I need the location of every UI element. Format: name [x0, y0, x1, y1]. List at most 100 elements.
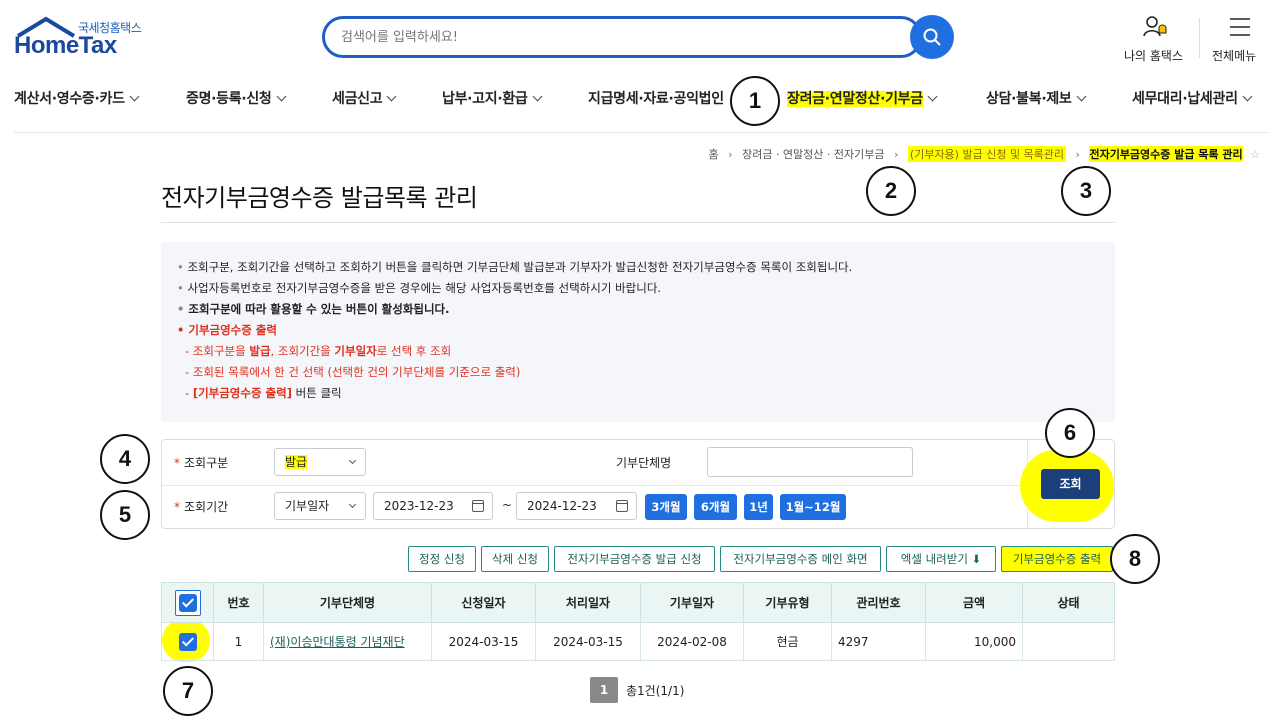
period-6month-button[interactable]: 6개월	[694, 494, 737, 520]
table-header-row: 번호 기부단체명 신청일자 처리일자 기부일자 기부유형 관리번호 금액 상태	[161, 582, 1115, 623]
delete-request-button[interactable]: 삭제 신청	[481, 546, 549, 572]
nav-item-tax-report[interactable]: 세금신고	[332, 88, 397, 108]
date-from-input[interactable]: 2023-12-23	[373, 492, 493, 520]
info-line: 기부금영수증 출력	[177, 320, 1099, 341]
my-hometax-button[interactable]: 나의 홈택스	[1124, 14, 1186, 63]
chevron-right-icon: ›	[1075, 148, 1080, 161]
annotation-marker: 4	[100, 434, 150, 484]
calendar-icon[interactable]	[472, 500, 484, 512]
table-cell: 2024-03-15	[431, 622, 536, 661]
org-name-link[interactable]: (재)이승만대통령 기념재단	[270, 635, 405, 649]
chevron-down-icon	[348, 456, 357, 465]
annotation-marker: 2	[866, 166, 916, 216]
table-cell: 2024-02-08	[640, 622, 744, 661]
chevron-down-icon	[386, 91, 397, 102]
table-cell	[1022, 622, 1115, 661]
page-title: 전자기부금영수증 발급목록 관리	[161, 184, 478, 212]
type-label: * 조회구분	[174, 456, 229, 470]
period-3month-button[interactable]: 3개월	[645, 494, 687, 520]
breadcrumb: 홈 › 장려금 · 연말정산 · 전자기부금 › (기부자용) 발급 신청 및 …	[709, 146, 1260, 162]
type-select[interactable]: 발급	[274, 448, 366, 476]
page-button[interactable]: 1	[590, 677, 618, 703]
download-icon: ⬇	[971, 552, 982, 566]
table-row[interactable]: 1 (재)이승만대통령 기념재단 2024-03-15 2024-03-15 2…	[161, 622, 1115, 661]
chevron-down-icon	[276, 91, 286, 102]
row-checkbox[interactable]	[178, 632, 197, 651]
hometax-logo[interactable]: 국세청홈택스 HomeTax	[14, 16, 154, 60]
annotation-marker: 6	[1045, 408, 1095, 458]
hamburger-icon	[1230, 18, 1250, 36]
annotation-marker: 8	[1110, 534, 1160, 584]
column-header: 처리일자	[535, 582, 641, 623]
annotation-marker: 1	[730, 76, 780, 126]
receipt-table: 번호 기부단체명 신청일자 처리일자 기부일자 기부유형 관리번호 금액 상태 …	[161, 582, 1115, 661]
chevron-down-icon	[927, 91, 938, 102]
all-menu-label: 전체메뉴	[1212, 49, 1257, 63]
search-icon	[923, 28, 941, 46]
column-header: 신청일자	[431, 582, 536, 623]
period-type-select[interactable]: 기부일자	[274, 492, 366, 520]
chevron-down-icon	[532, 91, 542, 102]
info-box: 조회구분, 조회기간을 선택하고 조회하기 버튼을 클릭하면 기부금단체 발급분…	[161, 242, 1115, 422]
chevron-down-icon	[1076, 91, 1086, 102]
annotation-marker: 7	[163, 666, 213, 716]
issue-request-button[interactable]: 전자기부금영수증 발급 신청	[554, 546, 715, 572]
print-receipt-button[interactable]: 기부금영수증 출력	[1001, 546, 1113, 572]
favorite-star-icon[interactable]: ☆	[1250, 148, 1260, 161]
logo-english: HomeTax	[14, 32, 117, 59]
chevron-down-icon	[1242, 91, 1253, 102]
correct-request-button[interactable]: 정정 신청	[408, 546, 476, 572]
column-header: 기부유형	[743, 582, 832, 623]
header-divider	[1199, 18, 1200, 58]
org-name-input[interactable]	[707, 447, 913, 477]
nav-item-incentive[interactable]: 장려금·연말정산·기부금	[787, 88, 938, 108]
calendar-icon[interactable]	[616, 500, 628, 512]
column-header: 번호	[213, 582, 264, 623]
table-cell: 2024-03-15	[535, 622, 641, 661]
table-cell: 1	[213, 622, 264, 661]
search-form: * 조회구분 발급 기부단체명 * 조회기간 기부일자 2023-12-23 ~ 2…	[161, 439, 1115, 529]
nav-item-agent[interactable]: 세무대리·납세관리	[1132, 88, 1253, 108]
org-label: 기부단체명	[616, 456, 672, 470]
nav-item-statement[interactable]: 지급명세·자료·공익법인	[588, 88, 724, 108]
all-menu-button[interactable]: 전체메뉴	[1212, 14, 1268, 63]
main-screen-button[interactable]: 전자기부금영수증 메인 화면	[720, 546, 881, 572]
pagination: 1 총1건(1/1)	[590, 677, 684, 703]
search-input[interactable]	[341, 19, 881, 55]
period-label: * 조회기간	[174, 500, 229, 514]
table-cell: 4297	[831, 622, 926, 661]
global-nav: 계산서·영수증·카드 증명·등록·신청 세금신고 납부·고지·환급 지급명세·자…	[0, 84, 1280, 112]
column-header: 금액	[925, 582, 1023, 623]
date-to-input[interactable]: 2024-12-23	[516, 492, 637, 520]
nav-item-certificate[interactable]: 증명·등록·신청	[186, 88, 286, 108]
date-range-tilde: ~	[502, 498, 513, 512]
title-divider	[161, 222, 1115, 223]
table-cell: 10,000	[925, 622, 1023, 661]
nav-item-invoice[interactable]: 계산서·영수증·카드	[14, 88, 140, 108]
query-button[interactable]: 조회	[1041, 469, 1100, 499]
chevron-right-icon: ›	[894, 148, 899, 161]
column-header: 기부일자	[640, 582, 744, 623]
search-button[interactable]	[910, 15, 954, 59]
nav-item-consult[interactable]: 상담·불복·제보	[986, 88, 1086, 108]
row-select-cell	[161, 622, 214, 661]
breadcrumb-home[interactable]: 홈	[709, 146, 719, 162]
annotation-marker: 3	[1061, 166, 1111, 216]
nav-divider	[14, 132, 1268, 133]
select-all-checkbox[interactable]	[178, 593, 197, 612]
column-header: 상태	[1022, 582, 1115, 623]
search-bar	[322, 16, 922, 58]
my-hometax-label: 나의 홈택스	[1124, 49, 1184, 63]
page-summary: 총1건(1/1)	[626, 683, 685, 698]
breadcrumb-level2[interactable]: (기부자용) 발급 신청 및 목록관리	[907, 146, 1067, 162]
breadcrumb-level1[interactable]: 장려금 · 연말정산 · 전자기부금	[742, 146, 884, 162]
info-sub-line: - 조회구분을 발급, 조회기간을 기부일자로 선택 후 조회	[185, 344, 452, 358]
select-all-cell	[161, 582, 214, 623]
excel-download-button[interactable]: 엑셀 내려받기 ⬇	[886, 546, 996, 572]
period-month-range-button[interactable]: 1월~12월	[780, 494, 846, 520]
period-1year-button[interactable]: 1년	[744, 494, 773, 520]
chevron-down-icon	[129, 91, 140, 102]
nav-item-payment[interactable]: 납부·고지·환급	[442, 88, 542, 108]
chevron-right-icon: ›	[728, 148, 733, 161]
info-line: 조회구분, 조회기간을 선택하고 조회하기 버튼을 클릭하면 기부금단체 발급분…	[177, 257, 1099, 278]
